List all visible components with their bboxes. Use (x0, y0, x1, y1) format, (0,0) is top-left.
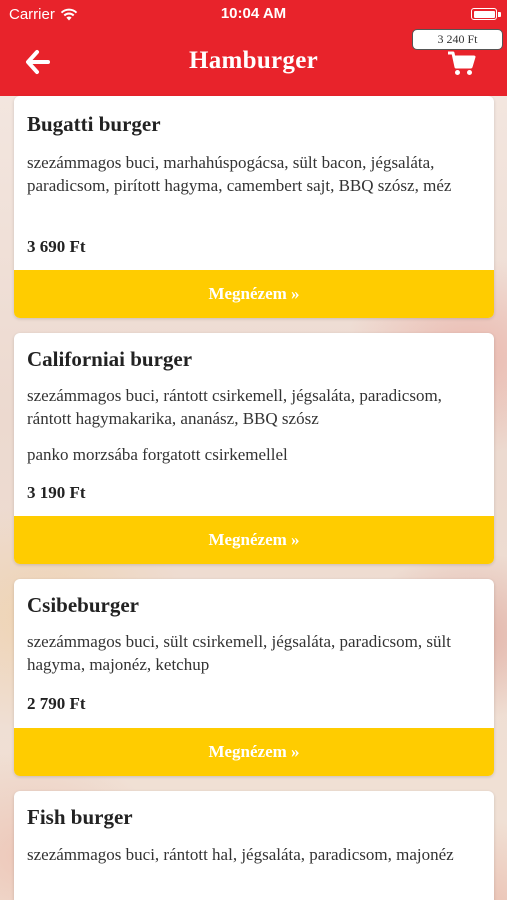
cart-icon[interactable] (446, 49, 476, 77)
product-card: Californiai burger szezámmagos buci, rán… (14, 333, 494, 564)
product-description: szezámmagos buci, rántott hal, jégsaláta… (27, 845, 454, 864)
product-card: Fish burger szezámmagos buci, rántott ha… (14, 791, 494, 900)
product-extra-note: panko morzsába forgatott csirkemellel (27, 445, 288, 464)
product-name: Californiai burger (27, 347, 193, 371)
view-button[interactable]: Megnézem » (14, 270, 494, 318)
product-price: 2 790 Ft (27, 694, 86, 713)
page-title: Hamburger (188, 47, 319, 74)
navigation-bar: Hamburger 3 240 Ft (0, 29, 507, 96)
product-description: szezámmagos buci, marhahúspogácsa, sült … (27, 153, 452, 195)
product-card: Bugatti burger szezámmagos buci, marhahú… (14, 96, 494, 318)
product-card: Csibeburger szezámmagos buci, sült csirk… (14, 579, 494, 776)
battery-icon (471, 8, 497, 20)
clock: 10:04 AM (220, 5, 287, 22)
product-description: szezámmagos buci, rántott csirkemell, jé… (27, 386, 442, 428)
view-button[interactable]: Megnézem » (14, 728, 494, 776)
status-bar: Carrier 10:04 AM (0, 0, 507, 30)
product-name: Fish burger (27, 805, 133, 829)
battery-tip (498, 12, 501, 17)
product-description: szezámmagos buci, sült csirkemell, jégsa… (27, 632, 451, 674)
product-price: 3 190 Ft (27, 483, 86, 502)
cart-total-badge[interactable]: 3 240 Ft (412, 29, 503, 50)
product-name: Bugatti burger (27, 112, 161, 136)
product-name: Csibeburger (27, 593, 139, 617)
product-price: 3 690 Ft (27, 237, 86, 256)
view-button[interactable]: Megnézem » (14, 516, 494, 564)
